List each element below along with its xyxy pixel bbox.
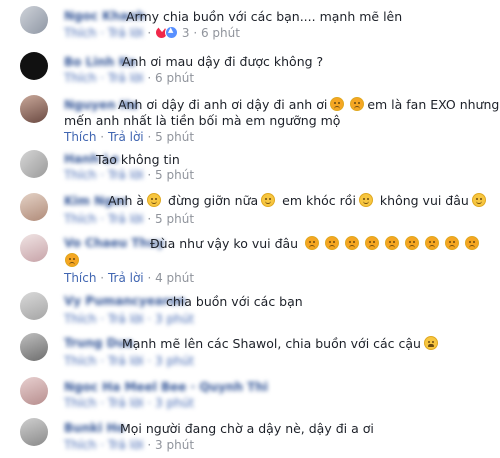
comment-text-line-2: mến anh nhất là tiền bối mà em ngưỡng mộ bbox=[64, 113, 341, 128]
comment-time[interactable]: 5 phút bbox=[155, 168, 194, 182]
comment-text-part: đừng giỡn nữa bbox=[168, 193, 259, 208]
tired-face-emoji-icon bbox=[350, 97, 365, 111]
angry-emoji-icon bbox=[425, 236, 440, 250]
reaction-count[interactable]: 3 bbox=[182, 26, 190, 40]
crying-face-emoji-icon bbox=[423, 336, 438, 350]
reply-link[interactable]: Trả lời bbox=[108, 271, 144, 285]
comment-text: Anh ơi mau dậy đi được không ? bbox=[122, 54, 324, 69]
avatar[interactable] bbox=[20, 234, 48, 262]
comment-actions: Thích · Trả lời · 4 phút bbox=[64, 271, 195, 285]
angry-emoji-icon bbox=[325, 236, 340, 250]
comment-text: Anh ơi dậy đi anh ơi dậy đi anh ơi bbox=[118, 97, 328, 112]
angry-emoji-icon bbox=[65, 253, 79, 267]
like-link[interactable]: Thích · Trả lời · 3 phút bbox=[64, 312, 194, 326]
comment-text: chia buồn với các bạn bbox=[166, 294, 303, 309]
comment-text: Mạnh mẽ lên các Shawol, chia buồn với cá… bbox=[122, 336, 441, 351]
comment-text-part: Anh à bbox=[108, 193, 145, 208]
comment-time[interactable]: 5 phút bbox=[155, 212, 194, 226]
comment-time[interactable]: 5 phút bbox=[155, 130, 194, 144]
comment-text-line-1: Anh ơi dậy đi anh ơi dậy đi anh ơi em là … bbox=[118, 97, 500, 112]
like-link[interactable]: Thích · Trả lời bbox=[64, 71, 144, 85]
avatar[interactable] bbox=[20, 95, 48, 123]
avatar[interactable] bbox=[20, 333, 48, 361]
tired-face-emoji-icon bbox=[330, 97, 345, 111]
like-link[interactable]: Thích · Trả lời · 3 phút bbox=[64, 354, 194, 368]
comment-time[interactable]: 6 phút bbox=[201, 26, 240, 40]
avatar[interactable] bbox=[20, 150, 48, 178]
comment-actions: Thích · Trả lời · 5 phút bbox=[64, 130, 195, 144]
comment-actions: Thích · Trả lời · 3 phút bbox=[64, 312, 194, 326]
comment-time[interactable]: 4 phút bbox=[155, 271, 194, 285]
comment-actions: Thích · Trả lời · 3 phút bbox=[64, 396, 194, 410]
angry-emoji-icon bbox=[385, 236, 400, 250]
comment-text: Army chia buồn với các bạn.... mạnh mẽ l… bbox=[126, 9, 403, 24]
comment-text-part: không vui đâu bbox=[379, 193, 469, 208]
smile-emoji-icon bbox=[261, 193, 276, 207]
smile-emoji-icon bbox=[147, 193, 162, 207]
comment-text: Mọi người đang chờ a dậy nè, dậy đi a ơi bbox=[120, 421, 374, 436]
like-link[interactable]: Thích · Trả lời bbox=[64, 438, 144, 452]
smile-emoji-icon bbox=[471, 193, 486, 207]
avatar[interactable] bbox=[20, 292, 48, 320]
comment-time[interactable]: 6 phút bbox=[155, 71, 194, 85]
avatar[interactable] bbox=[20, 377, 48, 405]
like-link[interactable]: Thích · Trả lời · 3 phút bbox=[64, 396, 194, 410]
like-link[interactable]: Thích bbox=[64, 130, 96, 144]
comment-actions: Thích · Trả lời · 3 phút bbox=[64, 354, 194, 368]
comment-text-part: Đùa như vậy ko vui đâu bbox=[150, 236, 299, 251]
angry-emoji-icon bbox=[405, 236, 420, 250]
comment-time[interactable]: 3 phút bbox=[155, 438, 194, 452]
comment-text: Tao không tin bbox=[96, 152, 180, 167]
angry-emoji-icon bbox=[465, 236, 480, 250]
angry-emoji-icon bbox=[305, 236, 320, 250]
reply-link[interactable]: Trả lời bbox=[108, 130, 144, 144]
avatar[interactable] bbox=[20, 418, 48, 446]
comment-actions: Thích · Trả lời · 5 phút bbox=[64, 168, 195, 182]
comment-actions: Thích · Trả lời · 3 · 6 phút bbox=[64, 25, 240, 40]
comment-text: Đùa như vậy ko vui đâu bbox=[150, 236, 482, 251]
like-link[interactable]: Thích bbox=[64, 271, 96, 285]
comment-actions: Thích · Trả lời · 3 phút bbox=[64, 438, 195, 452]
commenter-name[interactable]: Bunki Ho bbox=[64, 421, 125, 435]
avatar[interactable] bbox=[20, 193, 48, 221]
angry-emoji-icon bbox=[345, 236, 360, 250]
comment-actions: Thích · Trả lời · 6 phút bbox=[64, 71, 195, 85]
commenter-name[interactable]: Ngoc Ha Meel Bee · Quynh Thi bbox=[64, 380, 268, 394]
like-reaction-icon[interactable] bbox=[165, 26, 179, 39]
avatar[interactable] bbox=[20, 6, 48, 34]
like-link[interactable]: Thích · Trả lời bbox=[64, 26, 144, 40]
angry-emoji-icon bbox=[445, 236, 460, 250]
angry-emoji-icon bbox=[365, 236, 380, 250]
like-link[interactable]: Thích · Trả lời bbox=[64, 212, 144, 226]
comment-actions: Thích · Trả lời · 5 phút bbox=[64, 212, 195, 226]
avatar[interactable] bbox=[20, 52, 48, 80]
smile-emoji-icon bbox=[358, 193, 373, 207]
comment-text: em là fan EXO nhưng em bbox=[367, 97, 500, 112]
comment-text: Anh à đừng giỡn nữa em khóc rồi không vu… bbox=[108, 193, 489, 208]
like-link[interactable]: Thích · Trả lời bbox=[64, 168, 144, 182]
comment-text-part: em khóc rồi bbox=[282, 193, 356, 208]
comment-text-part: Mạnh mẽ lên các Shawol, chia buồn với cá… bbox=[122, 336, 421, 351]
